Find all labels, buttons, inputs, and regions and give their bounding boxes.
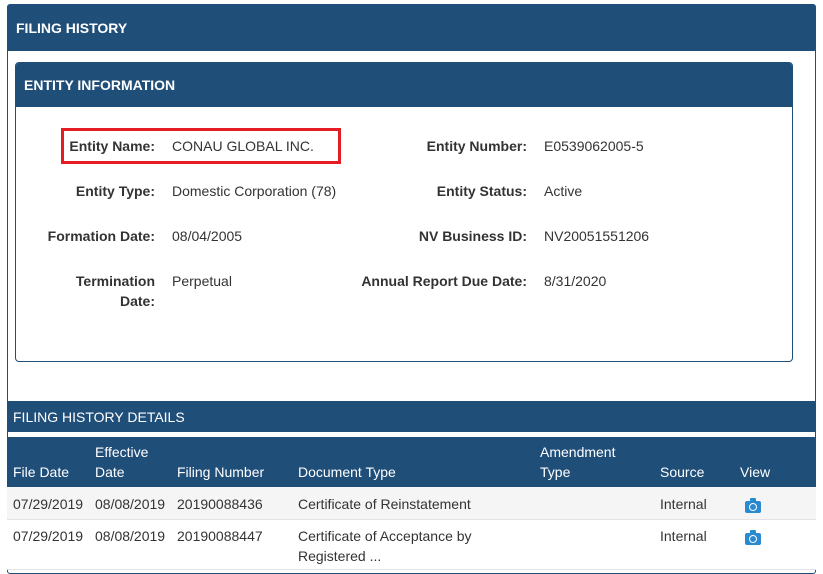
entity-type-value: Domestic Corporation (78) (172, 183, 337, 199)
annual-report-due-date-value: 8/31/2020 (544, 273, 607, 289)
cell-source: Internal (660, 528, 707, 544)
termination-date-label-line1: Termination (75, 273, 155, 289)
filing-history-details-title: FILING HISTORY DETAILS (7, 401, 816, 432)
column-file-date[interactable]: File Date (13, 462, 69, 482)
column-amendment-type[interactable]: Amendment Type (540, 442, 615, 482)
column-source[interactable]: Source (660, 462, 704, 482)
cell-file-date: 07/29/2019 (13, 528, 84, 544)
table-row: 07/29/2019 08/08/2019 20190088436 Certif… (7, 487, 816, 520)
column-document-type[interactable]: Document Type (298, 462, 396, 482)
cell-document-type: Certificate of Reinstatement (298, 496, 471, 512)
formation-date-label: Formation Date: (47, 228, 155, 244)
annual-report-due-date-label: Annual Report Due Date: (361, 273, 527, 289)
column-effective-date[interactable]: Effective Date (95, 442, 148, 482)
filing-history-title: FILING HISTORY (8, 5, 815, 51)
cell-effective-date: 08/08/2019 (95, 496, 166, 512)
column-filing-number[interactable]: Filing Number (177, 462, 264, 482)
nv-business-id-label: NV Business ID: (418, 228, 527, 244)
entity-information-panel: ENTITY INFORMATION (15, 62, 793, 362)
entity-status-label: Entity Status: (436, 183, 527, 199)
camera-icon[interactable] (745, 530, 761, 545)
cell-document-type-line2: Registered ... (298, 548, 382, 564)
cell-source: Internal (660, 496, 707, 512)
cell-document-type: Certificate of Acceptance by Registered … (298, 526, 472, 566)
column-amendment-type-line1: Amendment (540, 444, 616, 460)
termination-date-value: Perpetual (172, 273, 232, 289)
column-effective-date-line1: Effective (95, 444, 149, 460)
entity-number-value: E0539062005-5 (544, 138, 644, 154)
entity-information-title: ENTITY INFORMATION (16, 63, 792, 107)
column-effective-date-line2: Date (95, 464, 125, 480)
column-view[interactable]: View (740, 462, 770, 482)
cell-document-type-line1: Certificate of Acceptance by (298, 528, 472, 544)
column-amendment-type-line2: Type (540, 464, 571, 480)
termination-date-label-line2: Date: (119, 293, 155, 309)
termination-date-label: Termination Date: (76, 271, 155, 311)
filing-table-header: File Date Effective Date Filing Number D… (7, 437, 816, 487)
cell-filing-number: 20190088436 (177, 496, 263, 512)
entity-type-label: Entity Type: (75, 183, 155, 199)
entity-status-value: Active (544, 183, 583, 199)
cell-file-date: 07/29/2019 (13, 496, 84, 512)
formation-date-value: 08/04/2005 (172, 228, 243, 244)
nv-business-id-value: NV20051551206 (544, 228, 650, 244)
entity-number-label: Entity Number: (426, 138, 527, 154)
cell-effective-date: 08/08/2019 (95, 528, 166, 544)
entity-name-highlight (61, 128, 341, 164)
cell-filing-number: 20190088447 (177, 528, 263, 544)
table-row: 07/29/2019 08/08/2019 20190088447 Certif… (7, 520, 816, 570)
camera-icon[interactable] (745, 498, 761, 513)
